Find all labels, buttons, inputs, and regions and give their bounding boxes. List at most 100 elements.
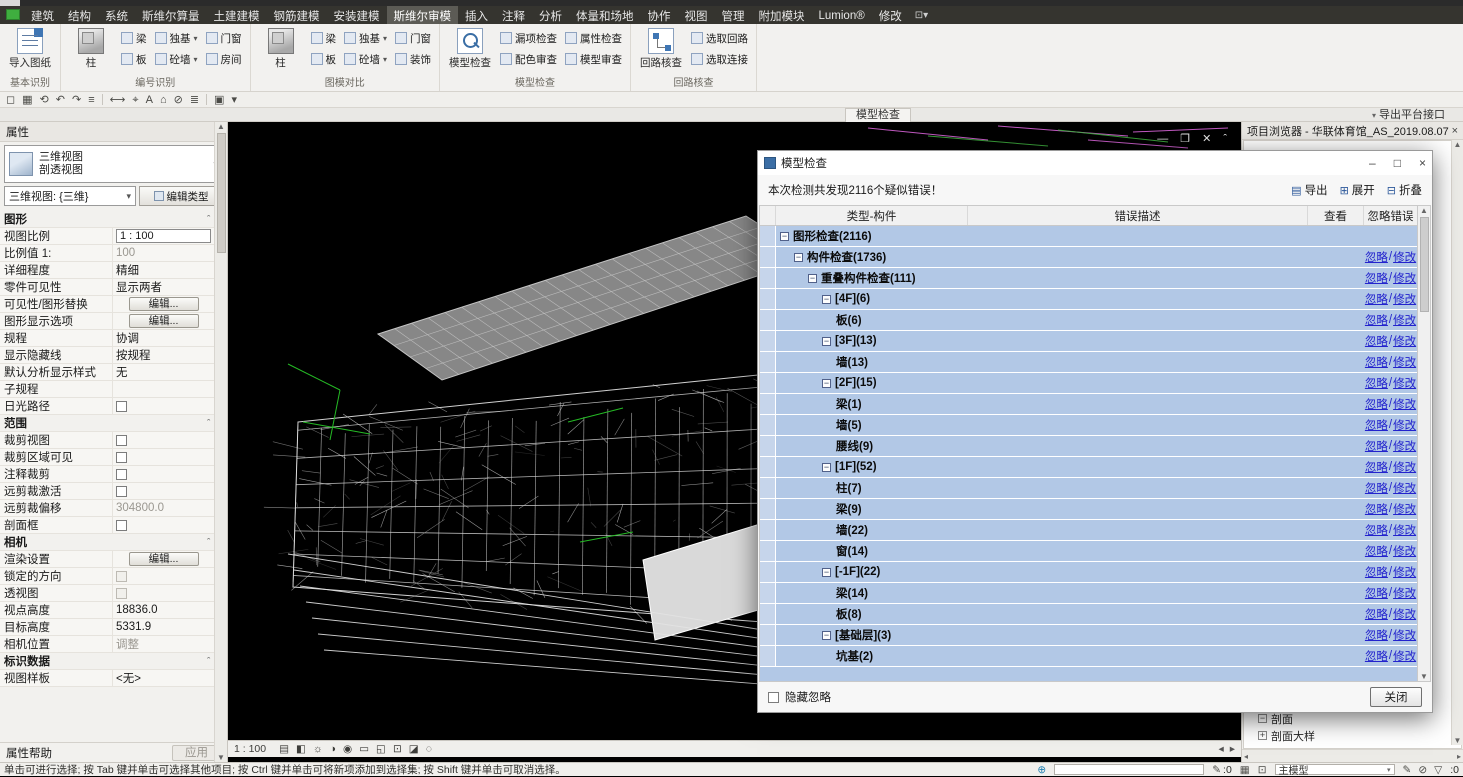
fix-link[interactable]: 修改 bbox=[1393, 543, 1416, 559]
fix-link[interactable]: 修改 bbox=[1393, 585, 1416, 601]
sync-icon[interactable]: ⟲ bbox=[40, 93, 49, 107]
property-checkbox[interactable] bbox=[116, 401, 127, 412]
fix-link[interactable]: 修改 bbox=[1393, 459, 1416, 475]
editable-only-icon[interactable]: ✎ bbox=[1403, 764, 1412, 776]
property-checkbox[interactable] bbox=[116, 469, 127, 480]
maximize-icon[interactable]: □ bbox=[1394, 156, 1401, 170]
ribbon-small-button[interactable]: 门窗 bbox=[393, 30, 433, 46]
ignore-link[interactable]: 忽略 bbox=[1365, 501, 1388, 517]
type-selector[interactable]: 三维视图 剖透视图 ▾ bbox=[4, 145, 223, 183]
ribbon-small-button[interactable]: 选取回路 bbox=[689, 30, 750, 46]
collapse-icon[interactable]: − bbox=[822, 379, 831, 388]
expand-icon[interactable]: + bbox=[1258, 731, 1267, 740]
editing-requests-icon[interactable]: ✎ bbox=[1212, 764, 1221, 776]
error-tree-row[interactable]: 腰线(9)忽略/修改 bbox=[760, 436, 1417, 457]
reveal-hidden-icon[interactable]: ◌ bbox=[426, 743, 432, 755]
collapse-icon[interactable]: − bbox=[1258, 714, 1267, 723]
ignore-link[interactable]: 忽略 bbox=[1365, 543, 1388, 559]
measure-icon[interactable]: ⟷ bbox=[110, 93, 126, 107]
menu-tab[interactable]: 建筑 bbox=[24, 6, 61, 24]
hide-isolate-icon[interactable]: ◪ bbox=[409, 743, 419, 755]
close-icon[interactable]: × bbox=[1419, 156, 1426, 170]
error-tree-row[interactable]: −重叠构件检查(111)忽略/修改 bbox=[760, 268, 1417, 289]
menu-tab[interactable]: 附加模块 bbox=[752, 6, 812, 24]
property-value[interactable]: 18836.0 bbox=[116, 604, 158, 616]
tab-overflow-icon[interactable]: ⊡▾ bbox=[915, 6, 928, 24]
scroll-up-icon[interactable]: ▲ bbox=[1454, 140, 1462, 149]
ribbon-big-button[interactable]: 柱 bbox=[257, 27, 305, 70]
worksets-select[interactable] bbox=[1054, 764, 1204, 775]
section-icon[interactable]: ⊘ bbox=[174, 93, 183, 107]
export-platform-link[interactable]: ▾ 导出平台接口 bbox=[1372, 108, 1445, 122]
scroll-down-icon[interactable]: ▼ bbox=[1420, 672, 1428, 681]
ribbon-big-button[interactable]: 导入图纸 bbox=[6, 27, 54, 70]
error-tree-row[interactable]: −[2F](15)忽略/修改 bbox=[760, 373, 1417, 394]
default-3d-view-icon[interactable]: ⌂ bbox=[160, 93, 167, 107]
ribbon-small-button[interactable]: 装饰 bbox=[393, 51, 433, 67]
menu-tab[interactable]: 修改 bbox=[872, 6, 909, 24]
collapse-icon[interactable]: − bbox=[822, 295, 831, 304]
ribbon-small-button[interactable]: 配色审查 bbox=[498, 51, 559, 67]
properties-section-header[interactable]: 标识数据ˆ bbox=[0, 653, 214, 670]
view-select[interactable]: 三维视图: {三维} ▾ bbox=[4, 186, 136, 206]
fix-link[interactable]: 修改 bbox=[1393, 564, 1416, 580]
design-options-icon[interactable]: ⊡ bbox=[1258, 764, 1267, 776]
column-view[interactable]: 查看 bbox=[1308, 206, 1364, 225]
property-value[interactable]: 显示两者 bbox=[116, 279, 162, 295]
view-close-icon[interactable]: ✕ bbox=[1202, 132, 1211, 145]
ribbon-small-button[interactable]: 门窗 bbox=[204, 30, 244, 46]
rendering-icon[interactable]: ◉ bbox=[343, 743, 352, 755]
menu-tab[interactable]: Lumion® bbox=[812, 6, 872, 24]
error-tree-row[interactable]: 窗(14)忽略/修改 bbox=[760, 541, 1417, 562]
menu-tab[interactable]: 钢筋建模 bbox=[267, 6, 327, 24]
menu-tab[interactable]: 斯维尔审模 bbox=[387, 6, 459, 24]
property-edit-button[interactable]: 编辑... bbox=[129, 314, 199, 328]
collapse-icon[interactable]: − bbox=[780, 232, 789, 241]
close-dialog-button[interactable]: 关闭 bbox=[1370, 687, 1422, 707]
ribbon-small-button[interactable]: 房间 bbox=[204, 51, 244, 67]
error-tree-row[interactable]: −[-1F](22)忽略/修改 bbox=[760, 562, 1417, 583]
properties-scrollbar[interactable]: ▲ ▼ bbox=[214, 122, 227, 762]
crop-region-icon[interactable]: ◱ bbox=[376, 743, 386, 755]
edit-type-button[interactable]: 编辑类型 bbox=[139, 186, 223, 206]
properties-section-header[interactable]: 图形ˆ bbox=[0, 211, 214, 228]
property-value[interactable]: 调整 bbox=[116, 636, 139, 652]
properties-section-header[interactable]: 范围ˆ bbox=[0, 415, 214, 432]
ignore-link[interactable]: 忽略 bbox=[1365, 480, 1388, 496]
menu-tab[interactable]: 系统 bbox=[98, 6, 135, 24]
error-tree-row[interactable]: 梁(9)忽略/修改 bbox=[760, 499, 1417, 520]
ignore-link[interactable]: 忽略 bbox=[1365, 606, 1388, 622]
fix-link[interactable]: 修改 bbox=[1393, 480, 1416, 496]
error-tree-row[interactable]: 墙(22)忽略/修改 bbox=[760, 520, 1417, 541]
ribbon-small-button[interactable]: 属性检查 bbox=[563, 30, 624, 46]
view-scale-button[interactable]: 1 : 100 bbox=[234, 743, 272, 755]
scroll-down-icon[interactable]: ▼ bbox=[1454, 736, 1462, 745]
collapse-icon[interactable]: − bbox=[822, 463, 831, 472]
lock-view-icon[interactable]: ⊡ bbox=[393, 743, 402, 755]
property-checkbox[interactable] bbox=[116, 435, 127, 446]
ignore-link[interactable]: 忽略 bbox=[1365, 354, 1388, 370]
ignore-link[interactable]: 忽略 bbox=[1365, 396, 1388, 412]
ignore-link[interactable]: 忽略 bbox=[1365, 249, 1388, 265]
qat-customize-icon[interactable]: ▾ bbox=[231, 93, 237, 107]
error-tree-row[interactable]: 柱(7)忽略/修改 bbox=[760, 478, 1417, 499]
collapse-icon[interactable]: ˆ bbox=[207, 537, 210, 547]
error-tree-row[interactable]: 梁(1)忽略/修改 bbox=[760, 394, 1417, 415]
navigation-icon[interactable]: ⊕ bbox=[1037, 764, 1046, 776]
hide-ignored-checkbox[interactable] bbox=[768, 692, 779, 703]
error-tree-row[interactable]: −[3F](13)忽略/修改 bbox=[760, 331, 1417, 352]
menu-tab[interactable]: 斯维尔算量 bbox=[135, 6, 207, 24]
ribbon-small-button[interactable]: 梁 bbox=[309, 30, 339, 46]
error-tree-row[interactable]: 坑基(2)忽略/修改 bbox=[760, 646, 1417, 667]
ribbon-big-button[interactable]: 柱 bbox=[67, 27, 115, 70]
ignore-link[interactable]: 忽略 bbox=[1365, 291, 1388, 307]
ignore-link[interactable]: 忽略 bbox=[1365, 648, 1388, 664]
ribbon-small-button[interactable]: 选取连接 bbox=[689, 51, 750, 67]
menu-tab[interactable]: 安装建模 bbox=[327, 6, 387, 24]
filter-icon[interactable]: ▽ bbox=[1434, 764, 1442, 776]
error-tree-row[interactable]: −[1F](52)忽略/修改 bbox=[760, 457, 1417, 478]
property-value[interactable]: 304800.0 bbox=[116, 502, 164, 514]
property-edit-button[interactable]: 编辑... bbox=[129, 297, 199, 311]
switch-windows-icon[interactable]: ▣ bbox=[214, 93, 224, 107]
error-tree-row[interactable]: 墙(5)忽略/修改 bbox=[760, 415, 1417, 436]
